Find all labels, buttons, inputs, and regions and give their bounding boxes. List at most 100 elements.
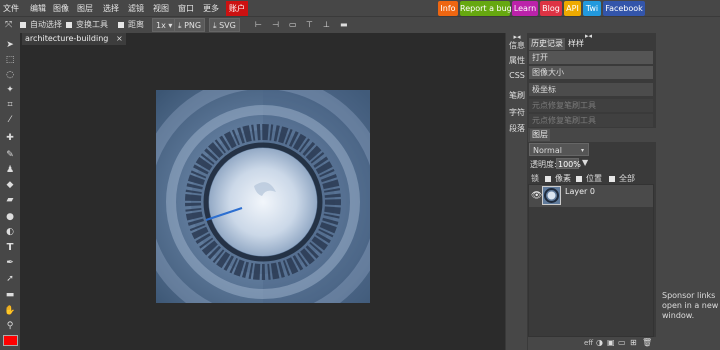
align-right-icon[interactable]: ▭	[289, 19, 297, 31]
report-bug-link[interactable]: Report a bug	[460, 1, 512, 16]
history-item-spot-healing[interactable]: 元点修复笔刷工具	[529, 99, 653, 113]
align-middle-icon[interactable]: ⊥	[323, 19, 330, 31]
hand-tool-icon[interactable]: ✋	[3, 306, 17, 317]
tab-character[interactable]: 字符	[508, 107, 526, 118]
crop-tool-icon[interactable]: ⌗	[3, 100, 17, 111]
info-link[interactable]: Info	[438, 1, 458, 16]
tab-history[interactable]: 历史记录	[529, 38, 565, 50]
menu-filter[interactable]: 滤镜	[128, 2, 144, 15]
foreground-color-swatch[interactable]	[3, 335, 18, 346]
align-left-icon[interactable]: ⊢	[255, 19, 262, 31]
checkbox-box	[66, 21, 72, 28]
close-icon[interactable]: ×	[116, 33, 124, 45]
tiny-planet-image	[156, 90, 370, 303]
options-toolbar: ⤧ 自动选择 变换工具 距离 1x ▾ ⤓ PNG ⤓ SVG ⊢ ⊣ ▭ ⊤ …	[0, 17, 720, 33]
path-select-tool-icon[interactable]: ➚	[3, 274, 17, 285]
menu-layer[interactable]: 图层	[77, 2, 93, 15]
magic-wand-tool-icon[interactable]: ✦	[3, 85, 17, 96]
image-canvas[interactable]	[156, 90, 370, 303]
lock-pixels-label: 像素	[555, 174, 571, 183]
menu-select[interactable]: 选择	[103, 2, 119, 15]
brush-tool-icon[interactable]: ✎	[3, 150, 17, 161]
tab-css[interactable]: CSS	[508, 71, 526, 80]
lock-position-label: 位置	[586, 174, 602, 183]
tab-properties[interactable]: 属性	[508, 55, 526, 66]
lock-position-checkbox[interactable]: 位置	[576, 173, 602, 184]
eye-visibility-icon[interactable]: 👁	[531, 191, 542, 201]
export-png-button[interactable]: ⤓ PNG	[174, 18, 206, 32]
opacity-dropdown-icon[interactable]: ▼	[582, 158, 588, 167]
transform-checkbox[interactable]: 变换工具	[66, 19, 108, 31]
trash-icon[interactable]: 🗑	[642, 338, 652, 347]
zoom-select[interactable]: 1x ▾	[152, 18, 177, 32]
lock-all-checkbox[interactable]: 全部	[609, 173, 635, 184]
layer-effects-button[interactable]: eff	[584, 339, 593, 347]
align-bottom-icon[interactable]: ▬	[340, 19, 348, 31]
menu-file[interactable]: 文件	[3, 2, 19, 15]
move-tool-icon[interactable]: ➤	[3, 40, 17, 51]
menu-bar: 文件 编辑 图像 图层 选择 滤镜 视图 窗口 更多 账户 Info Repor…	[0, 0, 720, 17]
export-svg-label: SVG	[219, 21, 236, 30]
twitter-link[interactable]: Twi	[583, 1, 601, 16]
lock-label: 锁	[531, 174, 539, 183]
eraser-tool-icon[interactable]: ◆	[3, 180, 17, 191]
clone-stamp-tool-icon[interactable]: ♟	[3, 165, 17, 176]
tab-brush[interactable]: 笔刷	[508, 90, 526, 101]
api-link[interactable]: API	[564, 1, 581, 16]
opacity-input[interactable]: 100%	[556, 158, 581, 169]
checkbox-box	[576, 175, 582, 182]
collapse-arrows-icon[interactable]: ▸◂	[585, 32, 592, 40]
mask-icon[interactable]: ◑	[596, 338, 603, 347]
menu-edit[interactable]: 编辑	[30, 2, 46, 15]
adjustment-icon[interactable]: ▣	[607, 338, 615, 347]
auto-select-checkbox[interactable]: 自动选择	[20, 19, 62, 31]
folder-icon[interactable]: ▭	[618, 338, 626, 347]
tab-swatches[interactable]: 样样	[566, 38, 586, 50]
menu-account[interactable]: 账户	[226, 1, 248, 16]
healing-tool-icon[interactable]: ✚	[3, 133, 17, 144]
download-icon: ⤓	[178, 21, 182, 30]
photo-editor-app: 文件 编辑 图像 图层 选择 滤镜 视图 窗口 更多 账户 Info Repor…	[0, 0, 720, 350]
blog-link[interactable]: Blog	[540, 1, 562, 16]
menu-image[interactable]: 图像	[53, 2, 69, 15]
auto-select-label: 自动选择	[30, 20, 62, 29]
zoom-value: 1x	[156, 21, 166, 30]
menu-view[interactable]: 视图	[153, 2, 169, 15]
learn-link[interactable]: Learn	[512, 1, 538, 16]
document-tab[interactable]: architecture-building	[22, 33, 126, 45]
fill-tool-icon[interactable]: ▰	[3, 195, 17, 206]
export-png-label: PNG	[184, 21, 202, 30]
layer-name[interactable]: Layer 0	[565, 187, 595, 196]
distance-checkbox[interactable]: 距离	[118, 19, 144, 31]
history-item-spot-healing[interactable]: 元点修复笔刷工具	[529, 114, 653, 128]
tab-paragraph[interactable]: 段落	[508, 123, 526, 134]
zoom-tool-icon[interactable]: ⚲	[3, 321, 17, 332]
blend-mode-select[interactable]: Normal ▾	[529, 143, 589, 156]
distance-label: 距离	[128, 20, 144, 29]
tab-layers[interactable]: 图层	[530, 129, 550, 141]
align-top-icon[interactable]: ⊤	[306, 19, 313, 31]
pen-tool-icon[interactable]: ✒	[3, 258, 17, 269]
menu-window[interactable]: 窗口	[178, 2, 194, 15]
blur-tool-icon[interactable]: ●	[3, 212, 17, 223]
export-svg-button[interactable]: ⤓ SVG	[209, 18, 240, 32]
history-item-polar-coordinates[interactable]: 极坐标	[529, 83, 653, 97]
history-item-open[interactable]: 打开	[529, 51, 653, 65]
lock-pixels-checkbox[interactable]: 像素	[545, 173, 571, 184]
eyedropper-tool-icon[interactable]: ⁄	[3, 115, 17, 126]
marquee-tool-icon[interactable]: ⬚	[3, 55, 17, 66]
move-tool-indicator-icon: ⤧	[5, 20, 13, 30]
facebook-link[interactable]: Facebook	[603, 1, 645, 16]
align-center-icon[interactable]: ⊣	[272, 19, 279, 31]
layer-thumbnail-image	[544, 188, 559, 203]
checkbox-box	[20, 21, 26, 28]
text-tool-icon[interactable]: T	[3, 242, 17, 253]
menu-more[interactable]: 更多	[203, 2, 219, 15]
dodge-tool-icon[interactable]: ◐	[3, 227, 17, 238]
new-layer-icon[interactable]: ⊞	[630, 338, 637, 347]
tab-info[interactable]: 信息	[508, 40, 526, 51]
history-item-image-size[interactable]: 图像大小	[529, 66, 653, 80]
checkbox-box	[118, 21, 124, 28]
shape-tool-icon[interactable]: ▬	[3, 290, 17, 301]
lasso-tool-icon[interactable]: ◌	[3, 70, 17, 81]
